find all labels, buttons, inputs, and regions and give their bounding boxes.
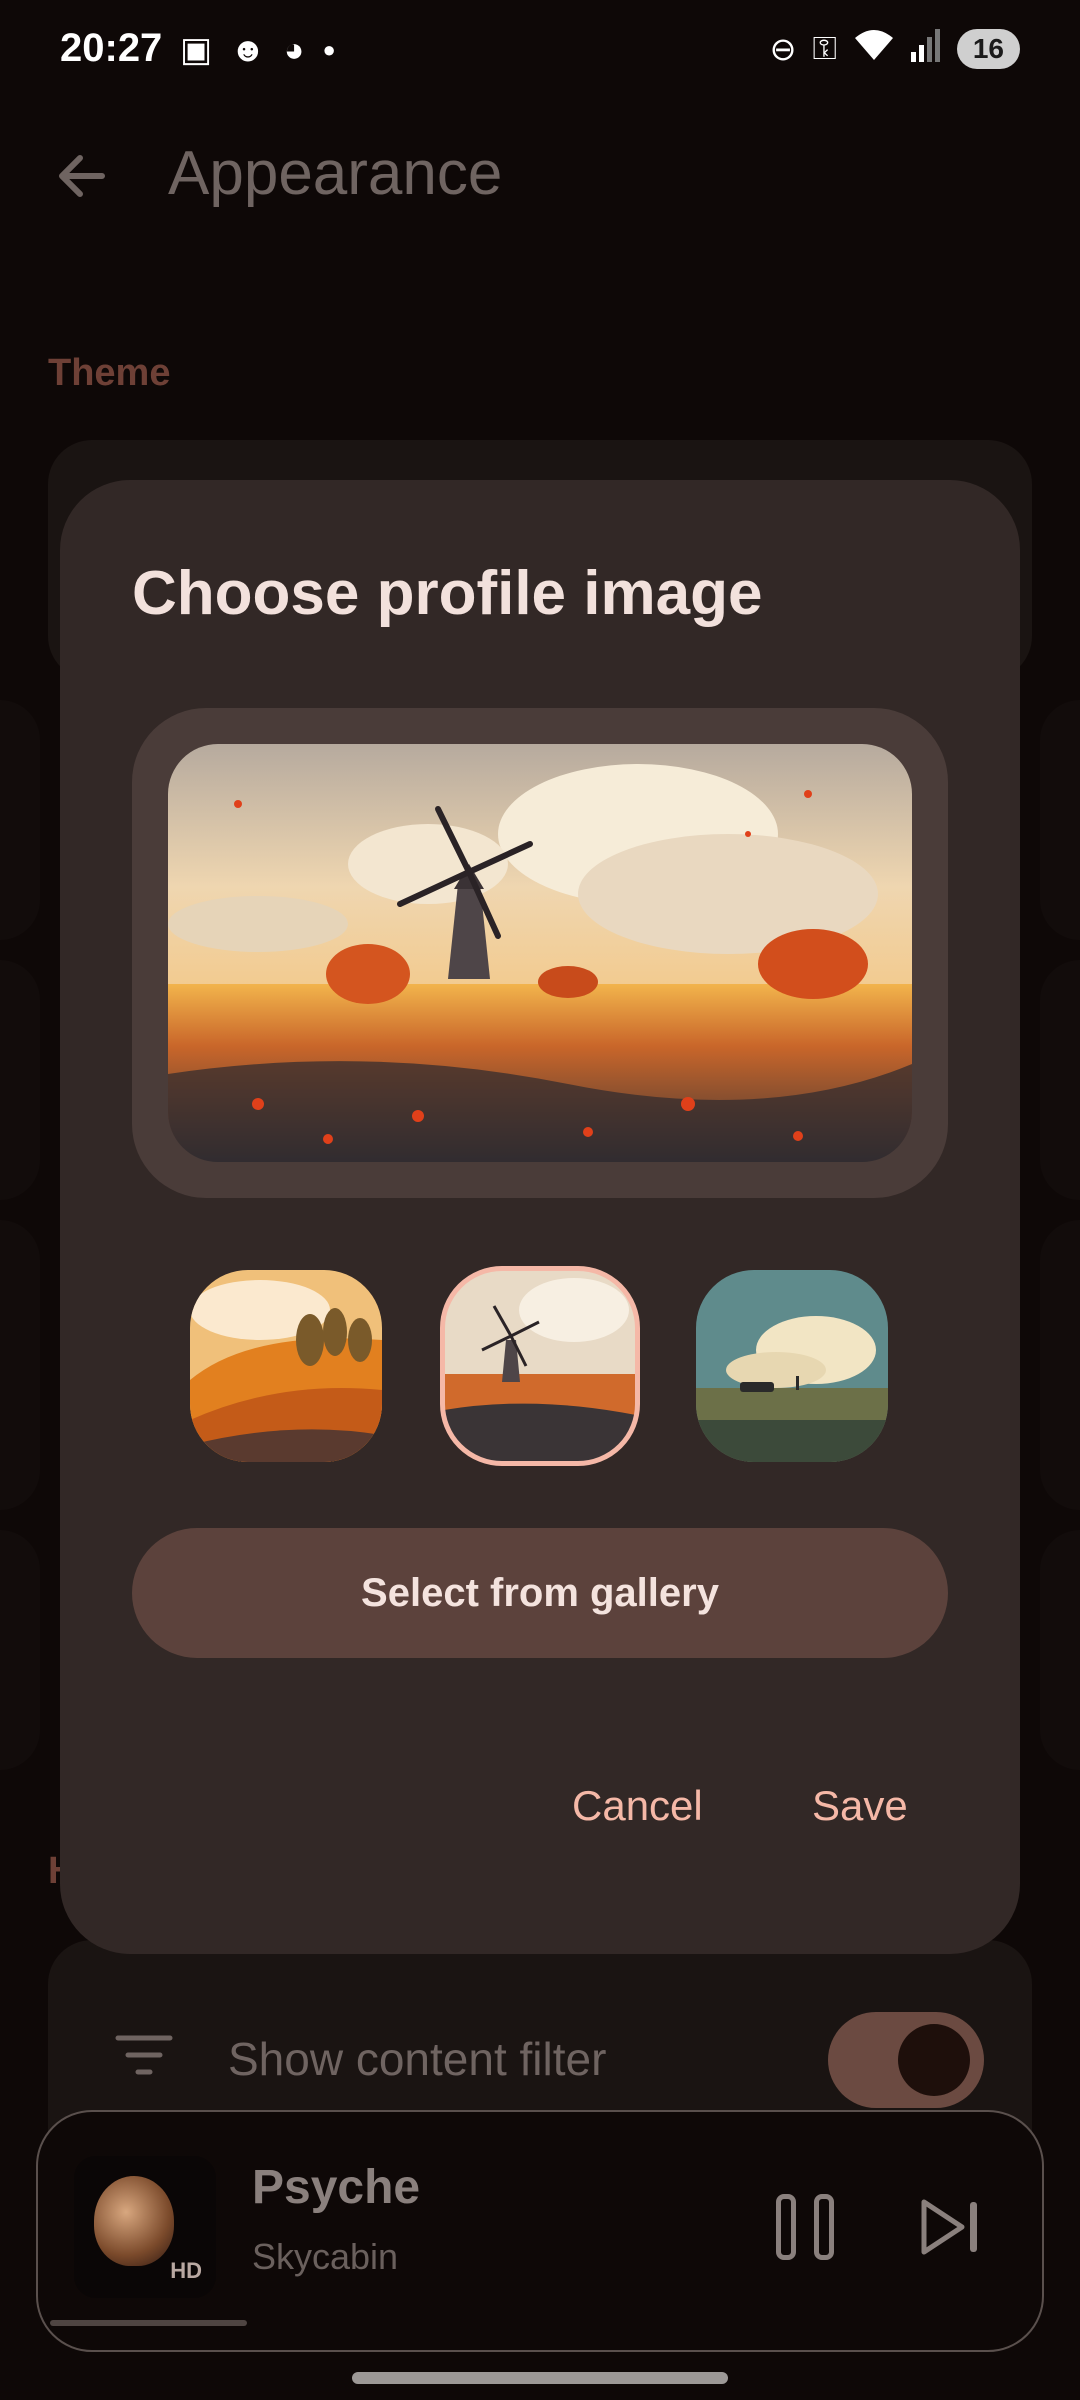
system-icons: ⊖ ⚿ 16 xyxy=(770,28,1020,70)
track-title: Psyche xyxy=(252,2161,421,2214)
playback-progress[interactable] xyxy=(50,2320,1034,2326)
toggle-knob xyxy=(898,2024,970,2096)
golden-hills-image[interactable] xyxy=(190,1270,382,1462)
car-in-meadow-image[interactable] xyxy=(696,1270,888,1462)
mini-player[interactable]: HD Psyche Skycabin xyxy=(36,2110,1044,2352)
image-preview-frame xyxy=(132,708,948,1198)
content-filter-toggle[interactable] xyxy=(828,2012,984,2108)
vpn-key-icon: ⚿ xyxy=(812,30,837,66)
status-time: 20:27 xyxy=(60,26,163,70)
wifi-icon xyxy=(853,28,895,70)
app-bar: Appearance xyxy=(0,120,1080,230)
settings-card-edge xyxy=(1040,1530,1080,1770)
skip-next-button[interactable] xyxy=(918,2196,984,2258)
pause-icon xyxy=(814,2194,834,2260)
windmill-field-image[interactable] xyxy=(440,1266,640,1466)
album-art: HD xyxy=(74,2156,216,2298)
track-artist: Skycabin xyxy=(252,2236,399,2277)
settings-card-edge xyxy=(1040,1220,1080,1510)
save-button[interactable]: Save xyxy=(812,1782,908,1830)
content-filter-label: Show content filter xyxy=(228,2033,607,2085)
hd-badge: HD xyxy=(170,2258,202,2283)
battery-indicator: 16 xyxy=(956,29,1020,69)
dialog-title: Choose profile image xyxy=(132,559,763,628)
pause-button[interactable] xyxy=(774,2194,840,2260)
dot-icon: ● xyxy=(322,37,336,62)
select-from-gallery-button[interactable]: Select from gallery xyxy=(132,1528,948,1658)
skip-next-icon xyxy=(921,2199,977,2255)
settings-card-edge xyxy=(0,700,40,940)
notification-icons: ▣ ☻ ◕ ● xyxy=(180,30,336,70)
settings-card-edge xyxy=(1040,960,1080,1200)
page-title: Appearance xyxy=(168,139,503,208)
section-header-theme: Theme xyxy=(48,352,171,394)
settings-card-edge xyxy=(0,1220,40,1510)
settings-card-edge xyxy=(0,1530,40,1770)
settings-card-edge xyxy=(1040,700,1080,940)
gesture-bar[interactable] xyxy=(352,2372,728,2384)
settings-card-edge xyxy=(0,960,40,1200)
reddit-icon: ☻ xyxy=(230,31,266,69)
signal-icon xyxy=(910,28,941,70)
dnd-icon: ⊖ xyxy=(769,31,797,67)
pause-icon xyxy=(776,2194,796,2260)
choose-profile-image-dialog: Choose profile image Select from gallery… xyxy=(60,480,1020,1954)
status-bar: 20:27 ▣ ☻ ◕ ● ⊖ ⚿ 16 xyxy=(0,0,1080,100)
windmill-field-image xyxy=(168,744,912,1162)
progress-fill xyxy=(50,2320,247,2326)
back-arrow-icon[interactable] xyxy=(52,146,112,206)
filter-icon xyxy=(114,2030,174,2080)
album-art-graphic xyxy=(94,2176,174,2266)
cancel-button[interactable]: Cancel xyxy=(572,1782,703,1830)
screenshot-icon: ▣ xyxy=(180,31,213,69)
cat-app-icon: ◕ xyxy=(283,31,305,69)
